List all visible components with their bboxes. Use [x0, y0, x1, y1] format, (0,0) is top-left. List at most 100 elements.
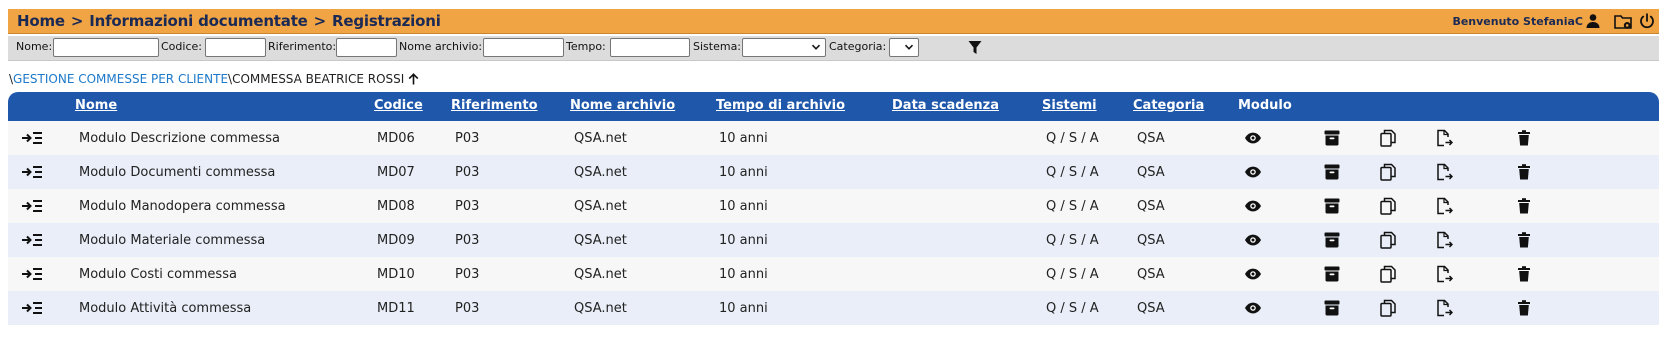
power-icon[interactable]: [1639, 13, 1655, 29]
copy-icon[interactable]: [1379, 197, 1397, 215]
column-header-categoria[interactable]: Categoria: [1133, 98, 1204, 113]
breadcrumb-separator: >: [70, 12, 84, 30]
trash-icon[interactable]: [1515, 197, 1533, 215]
breadcrumb-registrazioni: Registrazioni: [332, 12, 441, 30]
filter-riferimento-input[interactable]: [336, 38, 397, 57]
trash-icon[interactable]: [1515, 163, 1533, 181]
column-header-tempo-archivio[interactable]: Tempo di archivio: [716, 98, 845, 113]
column-header-codice[interactable]: Codice: [374, 98, 423, 113]
cell-tempo: 10 anni: [719, 165, 768, 180]
copy-icon[interactable]: [1379, 265, 1397, 283]
table-row[interactable]: Modulo Documenti commessa MD07 P03 QSA.n…: [8, 155, 1659, 189]
archive-icon[interactable]: [1323, 197, 1341, 215]
cell-nome-archivio: QSA.net: [574, 301, 627, 316]
cell-nome: Modulo Materiale commessa: [79, 233, 266, 248]
filter-tempo-label: Tempo:: [566, 40, 606, 53]
column-header-riferimento[interactable]: Riferimento: [451, 98, 538, 113]
table-row[interactable]: Modulo Manodopera commessa MD08 P03 QSA.…: [8, 189, 1659, 223]
eye-icon[interactable]: [1244, 163, 1262, 181]
filter-sistema-select[interactable]: [742, 38, 826, 57]
cell-riferimento: P03: [455, 267, 480, 282]
cell-codice: MD08: [377, 199, 415, 214]
indent-icon[interactable]: [21, 163, 43, 181]
archive-icon[interactable]: [1323, 129, 1341, 147]
cell-tempo: 10 anni: [719, 199, 768, 214]
column-header-nome[interactable]: Nome: [75, 98, 117, 113]
filter-tempo-input[interactable]: [610, 38, 690, 57]
cell-nome-archivio: QSA.net: [574, 165, 627, 180]
filter-codice-input[interactable]: [205, 38, 266, 57]
eye-icon[interactable]: [1244, 265, 1262, 283]
copy-icon[interactable]: [1379, 231, 1397, 249]
table-row[interactable]: Modulo Descrizione commessa MD06 P03 QSA…: [8, 121, 1659, 155]
table-row[interactable]: Modulo Costi commessa MD10 P03 QSA.net 1…: [8, 257, 1659, 291]
file-export-icon[interactable]: [1435, 265, 1453, 283]
table-row[interactable]: Modulo Attività commessa MD11 P03 QSA.ne…: [8, 291, 1659, 325]
column-header-sistemi[interactable]: Sistemi: [1042, 98, 1097, 113]
filter-icon[interactable]: [968, 40, 982, 55]
filter-riferimento-label: Riferimento:: [268, 40, 337, 53]
cell-codice: MD07: [377, 165, 415, 180]
breadcrumb-informazioni-documentate[interactable]: Informazioni documentate: [89, 12, 308, 30]
arrow-up-icon[interactable]: [408, 73, 419, 85]
cell-sistemi: Q / S / A: [1046, 165, 1099, 180]
cell-nome-archivio: QSA.net: [574, 267, 627, 282]
cell-categoria: QSA: [1137, 301, 1165, 316]
cell-categoria: QSA: [1137, 267, 1165, 282]
cell-nome: Modulo Documenti commessa: [79, 165, 276, 180]
file-export-icon[interactable]: [1435, 299, 1453, 317]
indent-icon[interactable]: [21, 299, 43, 317]
table-header: Nome Codice Riferimento Nome archivio Te…: [8, 92, 1659, 121]
cell-tempo: 10 anni: [719, 267, 768, 282]
archive-icon[interactable]: [1323, 163, 1341, 181]
top-header: Home > Informazioni documentate > Registrazi…: [8, 9, 1659, 34]
archive-icon[interactable]: [1323, 231, 1341, 249]
copy-icon[interactable]: [1379, 129, 1397, 147]
filter-nome-archivio-input[interactable]: [483, 38, 564, 57]
column-header-data-scadenza[interactable]: Data scadenza: [892, 98, 999, 113]
eye-icon[interactable]: [1244, 231, 1262, 249]
cell-codice: MD10: [377, 267, 415, 282]
cell-riferimento: P03: [455, 199, 480, 214]
filter-categoria-select[interactable]: [889, 38, 919, 57]
file-export-icon[interactable]: [1435, 197, 1453, 215]
cell-sistemi: Q / S / A: [1046, 301, 1099, 316]
filter-nome-input[interactable]: [53, 38, 159, 57]
cell-categoria: QSA: [1137, 199, 1165, 214]
welcome-text: Benvenuto StefaniaC: [1452, 15, 1583, 28]
path-link-gestione-commesse[interactable]: GESTIONE COMMESSE PER CLIENTE: [13, 72, 228, 86]
eye-icon[interactable]: [1244, 299, 1262, 317]
cell-nome-archivio: QSA.net: [574, 131, 627, 146]
column-header-nome-archivio[interactable]: Nome archivio: [570, 98, 675, 113]
trash-icon[interactable]: [1515, 265, 1533, 283]
cell-riferimento: P03: [455, 233, 480, 248]
breadcrumb-home[interactable]: Home: [17, 12, 65, 30]
table-row[interactable]: Modulo Materiale commessa MD09 P03 QSA.n…: [8, 223, 1659, 257]
indent-icon[interactable]: [21, 197, 43, 215]
indent-icon[interactable]: [21, 129, 43, 147]
user-icon[interactable]: [1585, 13, 1601, 29]
trash-icon[interactable]: [1515, 299, 1533, 317]
archive-icon[interactable]: [1323, 299, 1341, 317]
file-export-icon[interactable]: [1435, 231, 1453, 249]
trash-icon[interactable]: [1515, 231, 1533, 249]
eye-icon[interactable]: [1244, 129, 1262, 147]
cell-nome: Modulo Manodopera commessa: [79, 199, 286, 214]
folder-settings-icon[interactable]: [1614, 13, 1632, 30]
indent-icon[interactable]: [21, 265, 43, 283]
file-export-icon[interactable]: [1435, 129, 1453, 147]
copy-icon[interactable]: [1379, 163, 1397, 181]
folder-path: \GESTIONE COMMESSE PER CLIENTE\COMMESSA …: [9, 72, 419, 86]
cell-codice: MD06: [377, 131, 415, 146]
trash-icon[interactable]: [1515, 129, 1533, 147]
cell-sistemi: Q / S / A: [1046, 267, 1099, 282]
indent-icon[interactable]: [21, 231, 43, 249]
eye-icon[interactable]: [1244, 197, 1262, 215]
file-export-icon[interactable]: [1435, 163, 1453, 181]
cell-riferimento: P03: [455, 301, 480, 316]
archive-icon[interactable]: [1323, 265, 1341, 283]
copy-icon[interactable]: [1379, 299, 1397, 317]
cell-riferimento: P03: [455, 131, 480, 146]
cell-sistemi: Q / S / A: [1046, 199, 1099, 214]
cell-sistemi: Q / S / A: [1046, 131, 1099, 146]
